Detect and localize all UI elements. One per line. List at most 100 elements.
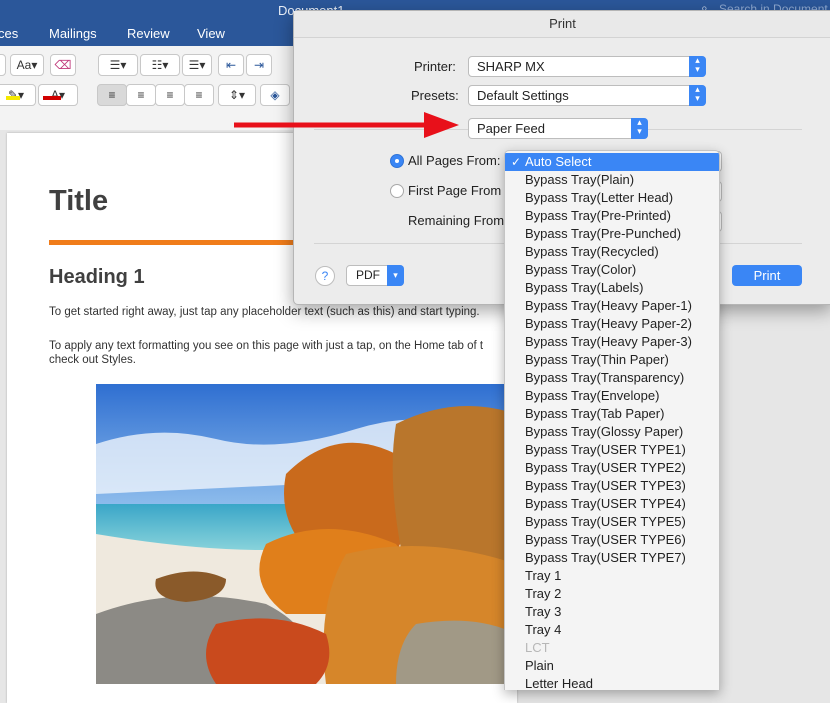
remaining-label: Remaining From bbox=[408, 213, 505, 228]
eraser-icon: ⌫ bbox=[54, 58, 72, 72]
menu-item[interactable]: Bypass Tray(Labels) bbox=[505, 279, 719, 297]
first-page-label: First Page From bbox=[408, 183, 502, 198]
tab-references[interactable]: ces bbox=[0, 26, 18, 41]
align-center-icon: ≡ bbox=[137, 88, 145, 102]
menu-item[interactable]: Bypass Tray(USER TYPE5) bbox=[505, 513, 719, 531]
bullets-button[interactable]: ☰▾ bbox=[98, 54, 138, 76]
paper-source-menu: ✓ Auto Select Bypass Tray(Plain) Bypass Tra… bbox=[504, 150, 720, 690]
menu-item[interactable]: Bypass Tray(Thin Paper) bbox=[505, 351, 719, 369]
presets-popup[interactable]: Default Settings ▴ ▾ bbox=[468, 85, 706, 106]
change-case-icon: Aa▾ bbox=[16, 58, 38, 72]
numbering-button[interactable]: ☷▾ bbox=[140, 54, 180, 76]
menu-item[interactable]: Bypass Tray(Heavy Paper-2) bbox=[505, 315, 719, 333]
doc-paragraph-1: To get started right away, just tap any … bbox=[49, 306, 480, 318]
menu-item[interactable]: Bypass Tray(Letter Head) bbox=[505, 189, 719, 207]
multilevel-list-button[interactable]: ☰▾ bbox=[182, 54, 212, 76]
align-right-button[interactable]: ≡ bbox=[155, 84, 185, 106]
menu-item-label: Bypass Tray(USER TYPE5) bbox=[525, 514, 686, 529]
justify-icon: ≡ bbox=[195, 88, 203, 102]
section-value: Paper Feed bbox=[477, 121, 545, 136]
justify-button[interactable]: ≡ bbox=[184, 84, 214, 106]
menu-item[interactable]: Tray 3 bbox=[505, 603, 719, 621]
up-down-chevron-icon: ▴ ▾ bbox=[689, 85, 706, 106]
highlight-button[interactable]: ✎▾ bbox=[0, 84, 36, 106]
menu-item[interactable]: Bypass Tray(Heavy Paper-1) bbox=[505, 297, 719, 315]
arrow-head bbox=[424, 112, 459, 138]
print-dialog-title: Print bbox=[294, 11, 830, 38]
printer-value: SHARP MX bbox=[477, 59, 545, 74]
menu-item-label: Bypass Tray(Transparency) bbox=[525, 370, 685, 385]
pdf-menu-button[interactable]: PDF ▾ bbox=[346, 265, 404, 286]
tab-review[interactable]: Review bbox=[127, 26, 170, 41]
menu-item[interactable]: Bypass Tray(Plain) bbox=[505, 171, 719, 189]
menu-item[interactable]: Bypass Tray(USER TYPE7) bbox=[505, 549, 719, 567]
checkmark-icon: ✓ bbox=[511, 155, 522, 169]
line-spacing-button[interactable]: ⇕▾ bbox=[218, 84, 256, 106]
menu-item-label: Tray 4 bbox=[525, 622, 562, 637]
menu-item-label: Letter Head bbox=[525, 676, 593, 690]
doc-paragraph-2-line-1: To apply any text formatting you see on … bbox=[49, 340, 484, 352]
menu-item-label: Bypass Tray(Tab Paper) bbox=[525, 406, 665, 421]
multilevel-list-icon: ☰▾ bbox=[188, 58, 206, 72]
change-case-button[interactable]: Aa▾ bbox=[10, 54, 44, 76]
menu-item[interactable]: Bypass Tray(Recycled) bbox=[505, 243, 719, 261]
menu-item[interactable]: Bypass Tray(Pre-Printed) bbox=[505, 207, 719, 225]
photo-illustration bbox=[96, 384, 516, 684]
increase-indent-icon: ⇥ bbox=[253, 58, 265, 72]
menu-item[interactable]: Bypass Tray(USER TYPE2) bbox=[505, 459, 719, 477]
menu-item-label: Bypass Tray(Glossy Paper) bbox=[525, 424, 684, 439]
coastal-rocks-photo[interactable] bbox=[96, 384, 516, 684]
bullet-list-icon: ☰▾ bbox=[109, 58, 127, 72]
menu-item[interactable]: Letter Head bbox=[505, 675, 719, 690]
menu-item-label: Bypass Tray(USER TYPE7) bbox=[525, 550, 686, 565]
menu-item-label: Tray 2 bbox=[525, 586, 562, 601]
tab-view[interactable]: View bbox=[197, 26, 225, 41]
menu-item[interactable]: Bypass Tray(Glossy Paper) bbox=[505, 423, 719, 441]
doc-heading-1: Heading 1 bbox=[49, 266, 145, 288]
print-button[interactable]: Print bbox=[732, 265, 802, 286]
menu-item-label: Bypass Tray(Plain) bbox=[525, 172, 635, 187]
menu-item[interactable]: Tray 2 bbox=[505, 585, 719, 603]
menu-item[interactable]: Bypass Tray(Color) bbox=[505, 261, 719, 279]
menu-item[interactable]: Bypass Tray(Tab Paper) bbox=[505, 405, 719, 423]
first-page-radio[interactable] bbox=[390, 184, 404, 198]
menu-item-label: Tray 1 bbox=[525, 568, 562, 583]
presets-value: Default Settings bbox=[477, 88, 569, 103]
decrease-indent-button[interactable]: ⇤ bbox=[218, 54, 244, 76]
menu-item[interactable]: Plain bbox=[505, 657, 719, 675]
line-spacing-icon: ⇕▾ bbox=[228, 88, 246, 102]
menu-item[interactable]: Bypass Tray(USER TYPE3) bbox=[505, 477, 719, 495]
printer-popup[interactable]: SHARP MX ▴ ▾ bbox=[468, 56, 706, 77]
align-center-button[interactable]: ≡ bbox=[126, 84, 156, 106]
increase-indent-button[interactable]: ⇥ bbox=[246, 54, 272, 76]
all-pages-radio[interactable] bbox=[390, 154, 404, 168]
align-left-button[interactable]: ≡ bbox=[97, 84, 127, 106]
tab-mailings[interactable]: Mailings bbox=[49, 26, 97, 41]
menu-item-label: Bypass Tray(Envelope) bbox=[525, 388, 660, 403]
menu-item-label: Bypass Tray(Color) bbox=[525, 262, 637, 277]
menu-item[interactable]: Bypass Tray(Transparency) bbox=[505, 369, 719, 387]
menu-item[interactable]: Bypass Tray(USER TYPE4) bbox=[505, 495, 719, 513]
font-color-button[interactable]: A▾ bbox=[38, 84, 78, 106]
menu-item[interactable]: Bypass Tray(USER TYPE1) bbox=[505, 441, 719, 459]
menu-item[interactable]: Bypass Tray(Pre-Punched) bbox=[505, 225, 719, 243]
font-color-swatch bbox=[43, 96, 61, 100]
clear-formatting-button[interactable]: ⌫ bbox=[50, 54, 76, 76]
menu-item[interactable]: ✓ Auto Select bbox=[505, 153, 719, 171]
menu-item-label: Bypass Tray(USER TYPE4) bbox=[525, 496, 686, 511]
help-button[interactable]: ? bbox=[315, 266, 335, 286]
prev-tool-button[interactable] bbox=[0, 54, 6, 76]
menu-item[interactable]: Tray 1 bbox=[505, 567, 719, 585]
menu-item[interactable]: Tray 4 bbox=[505, 621, 719, 639]
menu-item: LCT bbox=[505, 639, 719, 657]
menu-item[interactable]: Bypass Tray(Heavy Paper-3) bbox=[505, 333, 719, 351]
menu-item-label: Bypass Tray(Pre-Punched) bbox=[525, 226, 682, 241]
menu-item-label: Bypass Tray(Heavy Paper-3) bbox=[525, 334, 692, 349]
menu-item-label: Plain bbox=[525, 658, 554, 673]
section-popup[interactable]: Paper Feed ▴ ▾ bbox=[468, 118, 648, 139]
shading-button[interactable]: ◈ bbox=[260, 84, 290, 106]
menu-item[interactable]: Bypass Tray(Envelope) bbox=[505, 387, 719, 405]
printer-label: Printer: bbox=[414, 59, 456, 74]
menu-item-label: Bypass Tray(USER TYPE3) bbox=[525, 478, 686, 493]
menu-item[interactable]: Bypass Tray(USER TYPE6) bbox=[505, 531, 719, 549]
